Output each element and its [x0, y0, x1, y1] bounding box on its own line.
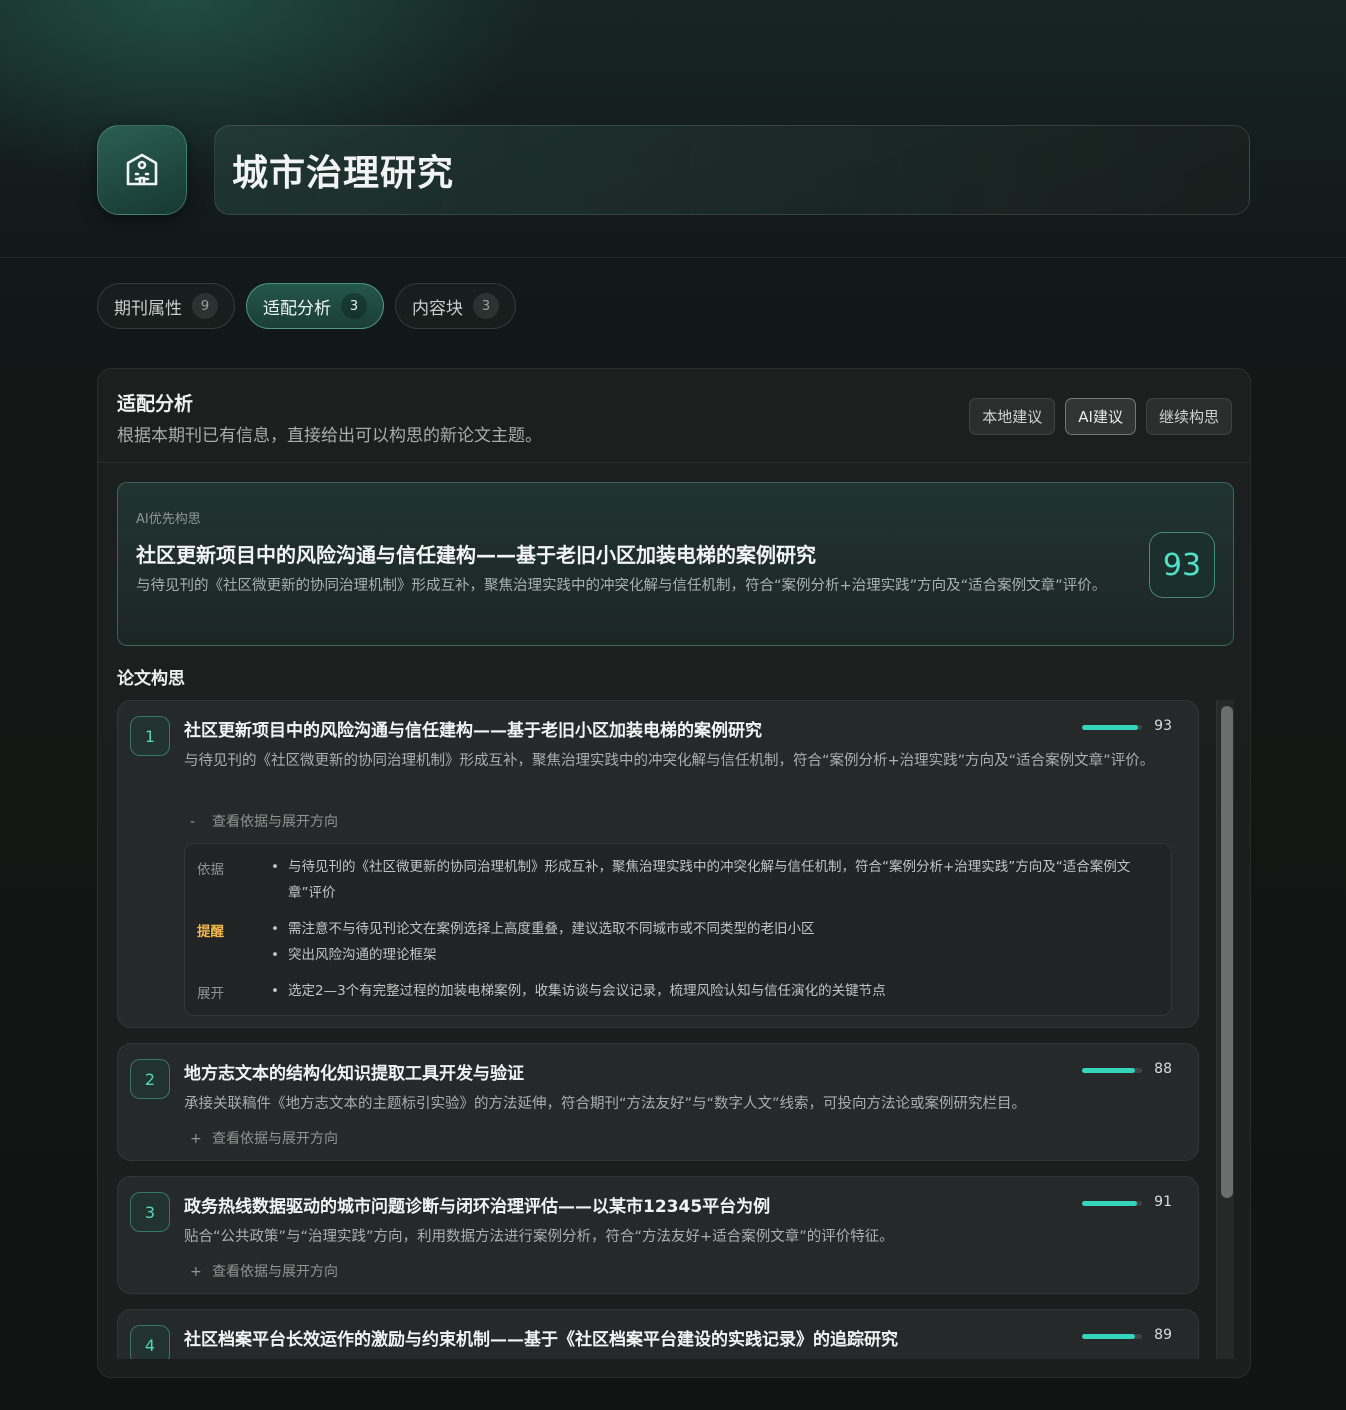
featured-score: 93	[1149, 532, 1215, 598]
idea-score-bar-fill	[1082, 725, 1138, 730]
idea-card-1: 1 社区更新项目中的风险沟通与信任建构——基于老旧小区加装电梯的案例研究 93 …	[117, 700, 1199, 1028]
idea-card-3: 3 政务热线数据驱动的城市问题诊断与闭环治理评估——以某市12345平台为例 9…	[117, 1176, 1199, 1294]
panel-subtitle: 根据本期刊已有信息，直接给出可以构思的新论文主题。	[117, 426, 542, 446]
idea-title: 社区更新项目中的风险沟通与信任建构——基于老旧小区加装电梯的案例研究	[184, 721, 762, 741]
idea-title: 社区档案平台长效运作的激励与约束机制——基于《社区档案平台建设的实践记录》的追踪…	[184, 1330, 898, 1350]
toggle-label: 查看依据与展开方向	[212, 1264, 338, 1280]
toggle-label: 查看依据与展开方向	[212, 1131, 338, 1147]
idea-details-toggle[interactable]: + 查看依据与展开方向	[190, 1261, 338, 1281]
tab-label: 期刊属性	[114, 298, 182, 319]
expand-item: 选定2—3个有完整过程的加装电梯案例，收集访谈与会议记录，梳理风险认知与信任演化…	[271, 978, 1151, 1004]
panel-header: 适配分析 根据本期刊已有信息，直接给出可以构思的新论文主题。 本地建议 AI建议…	[98, 369, 1250, 463]
featured-idea-card[interactable]: AI优先构思 社区更新项目中的风险沟通与信任建构——基于老旧小区加装电梯的案例研…	[117, 482, 1234, 646]
idea-description: 承接关联稿件《地方志文本的主题标引实验》的方法延伸，符合期刊“方法友好”与“数字…	[184, 1096, 1027, 1112]
idea-title: 地方志文本的结构化知识提取工具开发与验证	[184, 1064, 524, 1084]
idea-index: 4	[130, 1325, 170, 1359]
idea-index: 3	[130, 1192, 170, 1232]
warning-item: 需注意不与待见刊论文在案例选择上高度重叠，建议选取不同城市或不同类型的老旧小区	[271, 916, 1151, 942]
idea-score-bar	[1082, 1068, 1142, 1073]
idea-index: 1	[130, 716, 170, 756]
app-logo	[97, 125, 187, 215]
tab-fit-analysis[interactable]: 适配分析 3	[246, 283, 384, 329]
idea-score: 91	[1154, 1194, 1172, 1210]
idea-score-bar-fill	[1082, 1068, 1135, 1073]
featured-label: AI优先构思	[136, 512, 201, 527]
basis-label: 依据	[197, 862, 224, 878]
idea-details-toggle[interactable]: - 查看依据与展开方向	[190, 811, 338, 831]
scrollbar-thumb[interactable]	[1221, 706, 1233, 1198]
featured-title: 社区更新项目中的风险沟通与信任建构——基于老旧小区加装电梯的案例研究	[136, 543, 816, 567]
idea-score: 89	[1154, 1327, 1172, 1343]
warning-item: 突出风险沟通的理论框架	[271, 942, 1151, 968]
idea-score-bar	[1082, 1201, 1142, 1206]
idea-card-4: 4 社区档案平台长效运作的激励与约束机制——基于《社区档案平台建设的实践记录》的…	[117, 1309, 1199, 1359]
ideas-section-title: 论文构思	[117, 669, 185, 689]
idea-index: 2	[130, 1059, 170, 1099]
tab-count-badge: 3	[473, 293, 499, 319]
building-icon	[126, 153, 158, 186]
idea-score-bar	[1082, 725, 1142, 730]
tab-count-badge: 9	[192, 293, 218, 319]
idea-description: 与待见刊的《社区微更新的协同治理机制》形成互补，聚焦治理实践中的冲突化解与信任机…	[184, 753, 1155, 769]
expand-icon: +	[190, 1131, 202, 1147]
idea-score-bar	[1082, 1334, 1142, 1339]
toggle-label: 查看依据与展开方向	[212, 814, 338, 830]
top-header: 城市治理研究	[0, 0, 1346, 258]
tab-journal-attributes[interactable]: 期刊属性 9	[97, 283, 235, 329]
idea-description: 贴合“公共政策”与“治理实践”方向，利用数据方法进行案例分析，符合“方法友好+适…	[184, 1229, 894, 1245]
expand-label: 展开	[197, 986, 224, 1002]
expand-icon: +	[190, 1264, 202, 1280]
tab-bar: 期刊属性 9 适配分析 3 内容块 3	[97, 283, 516, 329]
idea-score: 93	[1154, 718, 1172, 734]
idea-details-toggle[interactable]: + 查看依据与展开方向	[190, 1128, 338, 1148]
ideas-list[interactable]: 1 社区更新项目中的风险沟通与信任建构——基于老旧小区加装电梯的案例研究 93 …	[117, 700, 1234, 1359]
tab-content-blocks[interactable]: 内容块 3	[395, 283, 516, 329]
tab-label: 适配分析	[263, 298, 331, 319]
ai-suggestion-button[interactable]: AI建议	[1065, 398, 1136, 435]
idea-card-2: 2 地方志文本的结构化知识提取工具开发与验证 88 承接关联稿件《地方志文本的主…	[117, 1043, 1199, 1161]
continue-ideation-button[interactable]: 继续构思	[1145, 398, 1232, 435]
journal-title: 城市治理研究	[232, 153, 455, 194]
collapse-icon: -	[190, 814, 196, 830]
idea-score-bar-fill	[1082, 1201, 1137, 1206]
ideas-scrollbar[interactable]	[1216, 700, 1234, 1359]
idea-title: 政务热线数据驱动的城市问题诊断与闭环治理评估——以某市12345平台为例	[184, 1197, 771, 1217]
basis-item: 与待见刊的《社区微更新的协同治理机制》形成互补，聚焦治理实践中的冲突化解与信任机…	[271, 854, 1151, 906]
warning-label: 提醒	[197, 924, 224, 940]
journal-title-box: 城市治理研究	[214, 125, 1250, 215]
tab-count-badge: 3	[341, 293, 367, 319]
panel-title: 适配分析	[117, 393, 194, 415]
suggestion-mode-buttons: 本地建议 AI建议 继续构思	[969, 398, 1232, 435]
local-suggestion-button[interactable]: 本地建议	[969, 398, 1056, 435]
idea-score-bar-fill	[1082, 1334, 1136, 1339]
tab-label: 内容块	[412, 298, 463, 319]
idea-score: 88	[1154, 1061, 1172, 1077]
featured-description: 与待见刊的《社区微更新的协同治理机制》形成互补，聚焦治理实践中的冲突化解与信任机…	[136, 578, 1107, 594]
idea-details-box: 依据 与待见刊的《社区微更新的协同治理机制》形成互补，聚焦治理实践中的冲突化解与…	[184, 843, 1172, 1016]
fit-analysis-panel: 适配分析 根据本期刊已有信息，直接给出可以构思的新论文主题。 本地建议 AI建议…	[97, 368, 1251, 1378]
